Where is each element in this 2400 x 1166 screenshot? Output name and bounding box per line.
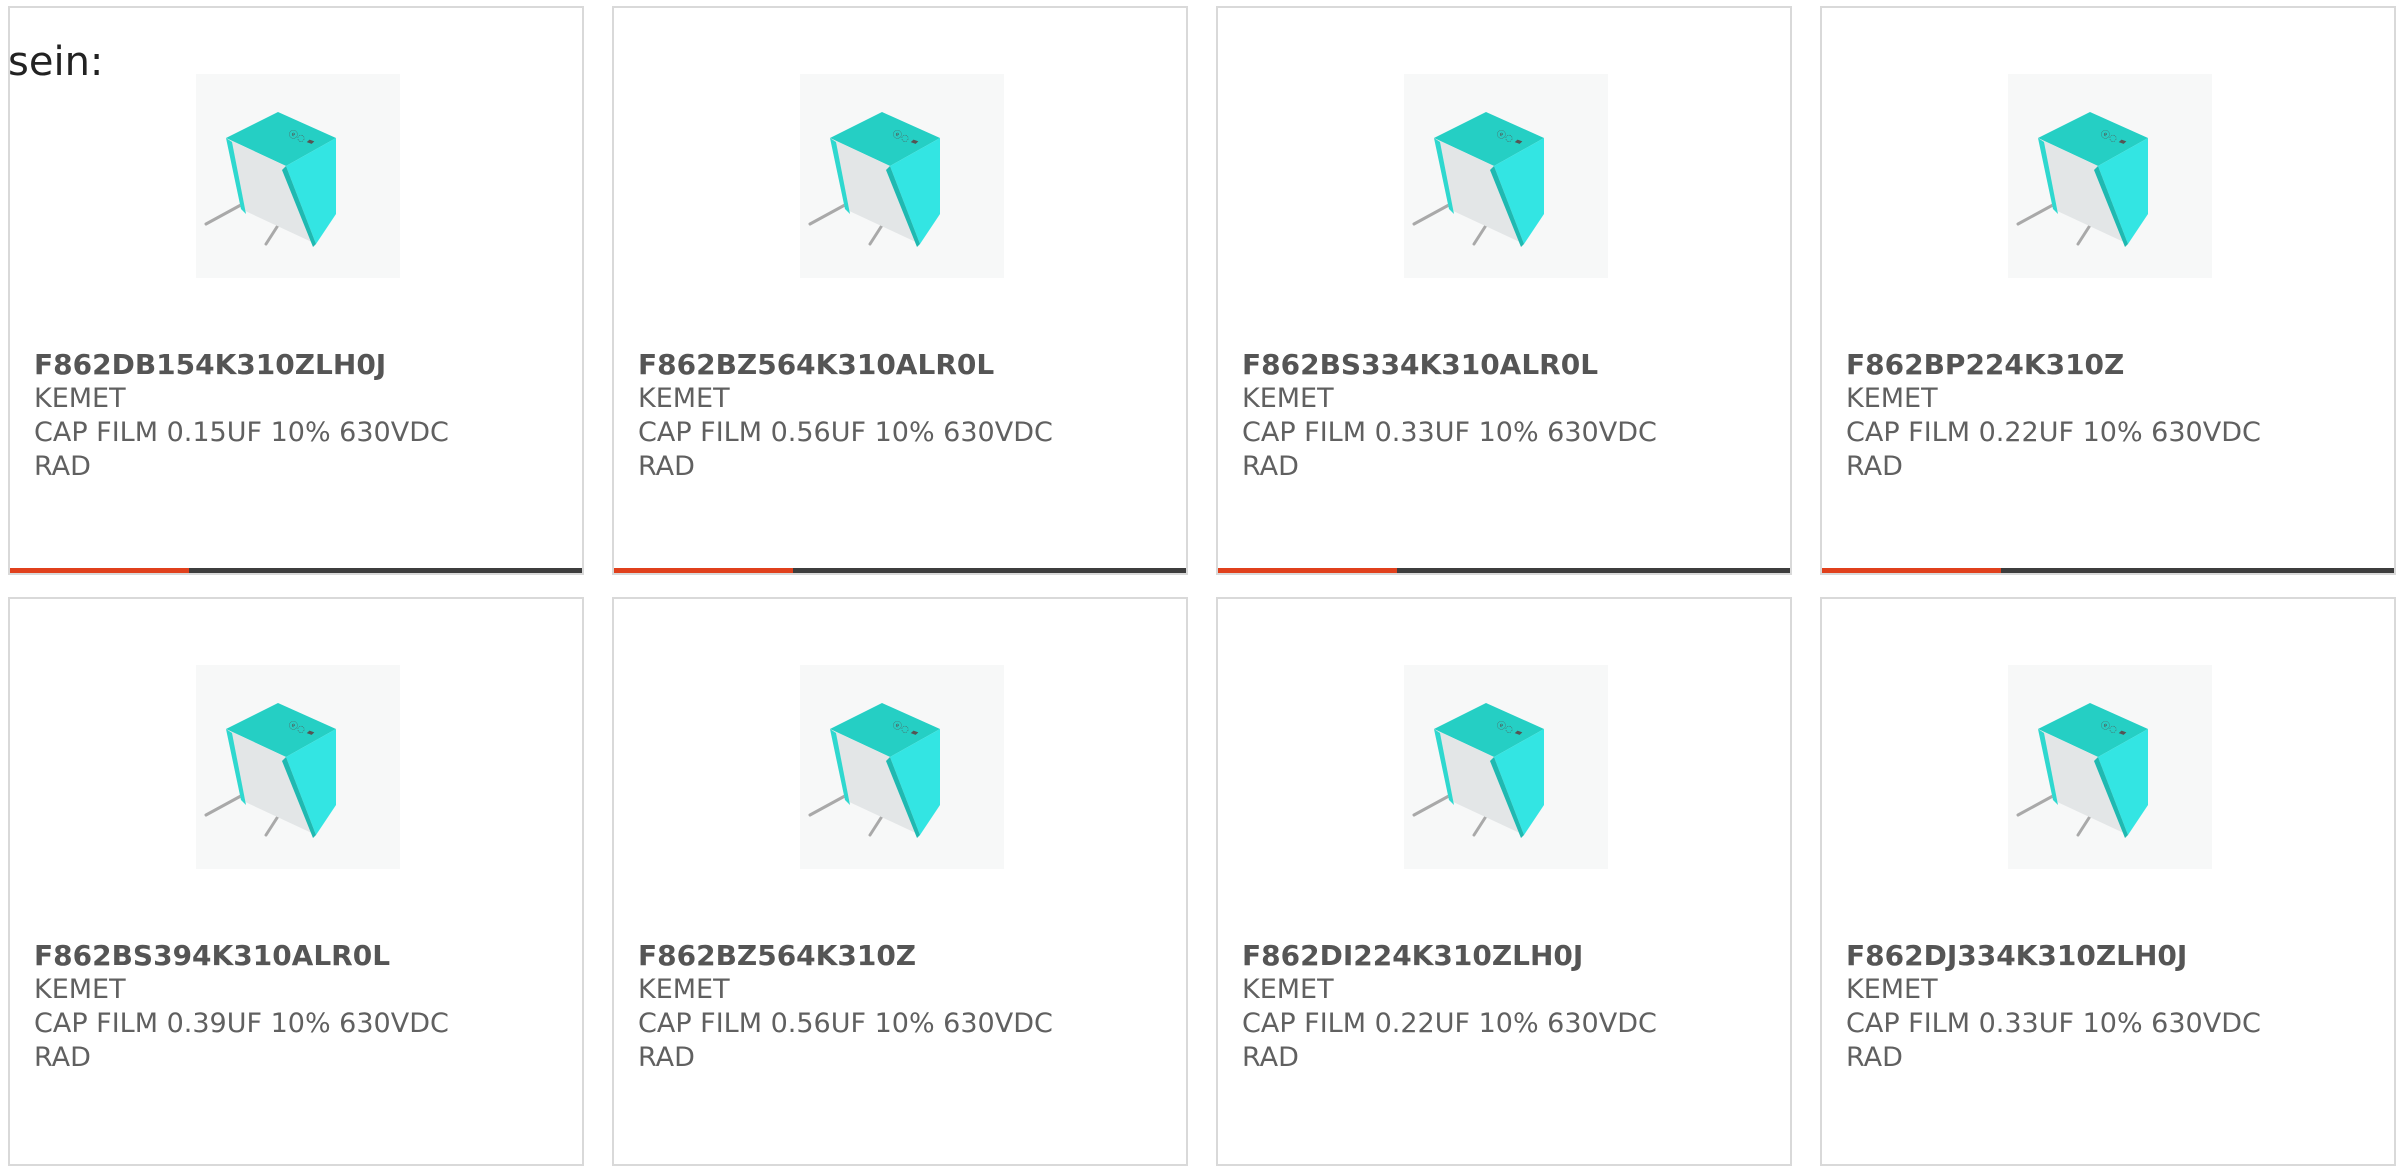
product-card[interactable]: ⓔ◌ ▰ F862DB154K310ZLH0J KEMET CAP FILM 0… — [8, 6, 584, 575]
product-card[interactable]: ⓔ◌ ▰ F862DJ334K310ZLH0J KEMET CAP FILM 0… — [1820, 597, 2396, 1166]
description: CAP FILM 0.33UF 10% 630VDC — [1846, 1008, 2261, 1039]
product-info: F862DJ334K310ZLH0J KEMET CAP FILM 0.33UF… — [1846, 939, 2386, 1075]
description: CAP FILM 0.22UF 10% 630VDC — [1846, 417, 2261, 448]
manufacturer: KEMET — [1242, 974, 1334, 1005]
description: CAP FILM 0.22UF 10% 630VDC — [1242, 1008, 1657, 1039]
card-progress-bar — [614, 568, 1186, 573]
part-number[interactable]: F862BP224K310Z — [1846, 348, 2386, 382]
product-info: F862BS334K310ALR0L KEMET CAP FILM 0.33UF… — [1242, 348, 1782, 484]
part-number[interactable]: F862BZ564K310Z — [638, 939, 1178, 973]
description: CAP FILM 0.33UF 10% 630VDC — [1242, 417, 1657, 448]
card-progress-fill — [1822, 568, 2001, 573]
card-progress-fill — [1218, 568, 1397, 573]
film-capacitor-image[interactable]: ⓔ◌ ▰ — [800, 665, 1004, 869]
product-card[interactable]: ⓔ◌ ▰ F862BZ564K310Z KEMET CAP FILM 0.56U… — [612, 597, 1188, 1166]
product-card[interactable]: ⓔ◌ ▰ F862BP224K310Z KEMET CAP FILM 0.22U… — [1820, 6, 2396, 575]
film-capacitor-image[interactable]: ⓔ◌ ▰ — [800, 74, 1004, 278]
product-card[interactable]: ⓔ◌ ▰ F862BZ564K310ALR0L KEMET CAP FILM 0… — [612, 6, 1188, 575]
manufacturer: KEMET — [34, 383, 126, 414]
description-suffix: RAD — [1846, 1042, 1903, 1073]
description-suffix: RAD — [1242, 451, 1299, 482]
card-progress-fill — [10, 568, 189, 573]
part-number[interactable]: F862DJ334K310ZLH0J — [1846, 939, 2386, 973]
card-progress-bar — [1218, 568, 1790, 573]
part-number[interactable]: F862BS334K310ALR0L — [1242, 348, 1782, 382]
product-info: F862BZ564K310Z KEMET CAP FILM 0.56UF 10%… — [638, 939, 1178, 1075]
manufacturer: KEMET — [1242, 383, 1334, 414]
product-grid: ⓔ◌ ▰ F862DB154K310ZLH0J KEMET CAP FILM 0… — [8, 6, 2400, 1166]
product-info: F862BP224K310Z KEMET CAP FILM 0.22UF 10%… — [1846, 348, 2386, 484]
description-suffix: RAD — [1846, 451, 1903, 482]
film-capacitor-image[interactable]: ⓔ◌ ▰ — [2008, 665, 2212, 869]
product-info: F862DI224K310ZLH0J KEMET CAP FILM 0.22UF… — [1242, 939, 1782, 1075]
description: CAP FILM 0.15UF 10% 630VDC — [34, 417, 449, 448]
description: CAP FILM 0.56UF 10% 630VDC — [638, 1008, 1053, 1039]
film-capacitor-image[interactable]: ⓔ◌ ▰ — [196, 665, 400, 869]
part-number[interactable]: F862BZ564K310ALR0L — [638, 348, 1178, 382]
description-suffix: RAD — [1242, 1042, 1299, 1073]
manufacturer: KEMET — [1846, 974, 1938, 1005]
description-suffix: RAD — [638, 1042, 695, 1073]
description-suffix: RAD — [34, 1042, 91, 1073]
manufacturer: KEMET — [1846, 383, 1938, 414]
manufacturer: KEMET — [638, 383, 730, 414]
product-info: F862BS394K310ALR0L KEMET CAP FILM 0.39UF… — [34, 939, 574, 1075]
manufacturer: KEMET — [34, 974, 126, 1005]
product-info: F862BZ564K310ALR0L KEMET CAP FILM 0.56UF… — [638, 348, 1178, 484]
description: CAP FILM 0.56UF 10% 630VDC — [638, 417, 1053, 448]
part-number[interactable]: F862DB154K310ZLH0J — [34, 348, 574, 382]
card-progress-bar — [10, 568, 582, 573]
product-info: F862DB154K310ZLH0J KEMET CAP FILM 0.15UF… — [34, 348, 574, 484]
film-capacitor-image[interactable]: ⓔ◌ ▰ — [1404, 74, 1608, 278]
intro-text: sein: — [8, 39, 104, 85]
film-capacitor-image[interactable]: ⓔ◌ ▰ — [2008, 74, 2212, 278]
part-number[interactable]: F862BS394K310ALR0L — [34, 939, 574, 973]
product-card[interactable]: ⓔ◌ ▰ F862DI224K310ZLH0J KEMET CAP FILM 0… — [1216, 597, 1792, 1166]
product-card[interactable]: ⓔ◌ ▰ F862BS394K310ALR0L KEMET CAP FILM 0… — [8, 597, 584, 1166]
part-number[interactable]: F862DI224K310ZLH0J — [1242, 939, 1782, 973]
description: CAP FILM 0.39UF 10% 630VDC — [34, 1008, 449, 1039]
film-capacitor-image[interactable]: ⓔ◌ ▰ — [1404, 665, 1608, 869]
description-suffix: RAD — [638, 451, 695, 482]
product-card[interactable]: ⓔ◌ ▰ F862BS334K310ALR0L KEMET CAP FILM 0… — [1216, 6, 1792, 575]
description-suffix: RAD — [34, 451, 91, 482]
film-capacitor-image[interactable]: ⓔ◌ ▰ — [196, 74, 400, 278]
manufacturer: KEMET — [638, 974, 730, 1005]
card-progress-fill — [614, 568, 793, 573]
card-progress-bar — [1822, 568, 2394, 573]
